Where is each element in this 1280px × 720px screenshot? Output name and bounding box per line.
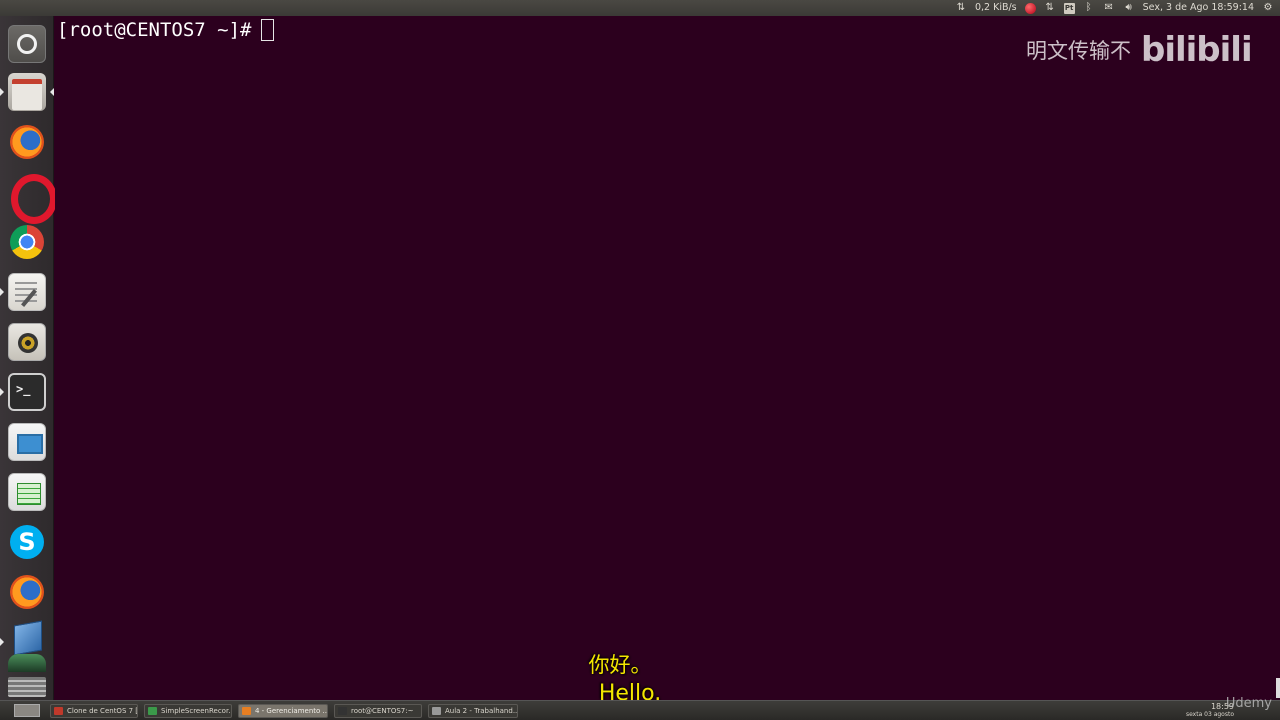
prompt-line: [root@CENTOS7 ~]# <box>57 18 275 42</box>
taskbar-window[interactable]: Clone de CentOS 7 [... <box>50 704 138 718</box>
launcher-skype[interactable] <box>5 520 49 564</box>
pt-keyboard-icon[interactable]: Pt <box>1063 2 1075 14</box>
launcher-partial-item[interactable] <box>5 652 49 674</box>
chrome-icon <box>8 223 46 261</box>
system-tray: ⇅ 0,2 KiB/s ⇅ Pt ᛒ ✉ 🔊︎ Sex, 3 de Ago 18… <box>955 0 1274 16</box>
bilibili-logo: bilibili <box>1141 30 1253 70</box>
ubuntu-logo-icon <box>8 25 46 63</box>
shell-prompt: [root@CENTOS7 ~]# <box>57 19 252 41</box>
running-indicator <box>0 638 4 646</box>
launcher-firefox[interactable] <box>5 120 49 164</box>
trash-icon <box>8 677 46 697</box>
launcher-ubuntu-dash[interactable] <box>5 22 49 66</box>
app-icon <box>8 654 46 672</box>
bilibili-watermark: 明文传输不 bilibili <box>1026 30 1253 70</box>
focus-indicator <box>50 88 54 96</box>
launcher-text-editor[interactable] <box>5 270 49 314</box>
taskbar-window[interactable]: root@CENTOS7:~ <box>334 704 422 718</box>
panel-clock[interactable]: Sex, 3 de Ago 18:59:14 <box>1143 0 1254 16</box>
udemy-watermark: Udemy <box>1225 696 1272 711</box>
taskbar-window[interactable]: SimpleScreenRecor... <box>144 704 232 718</box>
taskbar-window[interactable]: 4 - Gerenciamento ... <box>238 704 328 718</box>
launcher-trash[interactable] <box>5 676 49 698</box>
scrollbar-handle[interactable] <box>1276 678 1280 698</box>
show-desktop-button[interactable] <box>14 704 40 717</box>
launcher-rhythmbox[interactable] <box>5 320 49 364</box>
running-indicator <box>0 388 4 396</box>
watermark-text: 明文传输不 <box>1026 39 1131 63</box>
net-speed: 0,2 KiB/s <box>974 2 1017 13</box>
transfer-icon[interactable]: ⇅ <box>955 2 967 14</box>
volume-icon[interactable]: 🔊︎ <box>1123 2 1135 14</box>
firefox-icon <box>8 123 46 161</box>
calc-icon <box>8 473 46 511</box>
terminal-window[interactable]: [root@CENTOS7 ~]# <box>55 16 1280 700</box>
network-icon[interactable]: ⇅ <box>1044 2 1056 14</box>
terminal-icon: >_ <box>8 373 46 411</box>
top-panel: ⇅ 0,2 KiB/s ⇅ Pt ᛒ ✉ 🔊︎ Sex, 3 de Ago 18… <box>0 0 1280 16</box>
launcher-files[interactable] <box>5 70 49 114</box>
launcher-chrome[interactable] <box>5 220 49 264</box>
launcher-firefox-2[interactable] <box>5 570 49 614</box>
text-editor-icon <box>8 273 46 311</box>
rhythmbox-icon <box>8 323 46 361</box>
launcher-libreoffice-impress[interactable] <box>5 420 49 464</box>
running-indicator <box>0 288 4 296</box>
files-icon <box>8 73 46 111</box>
firefox-icon <box>8 573 46 611</box>
launcher-libreoffice-calc[interactable] <box>5 470 49 514</box>
bottom-taskbar: Clone de CentOS 7 [... SimpleScreenRecor… <box>0 700 1280 720</box>
opera-icon <box>8 173 57 224</box>
clock-date: sexta 03 agosto <box>1185 711 1234 718</box>
skype-icon <box>8 523 46 561</box>
text-cursor <box>261 19 275 41</box>
record-icon[interactable] <box>1024 2 1036 14</box>
launcher-terminal[interactable]: >_ <box>5 370 49 414</box>
settings-gear-icon[interactable]: ⚙ <box>1262 2 1274 14</box>
running-indicator <box>0 88 4 96</box>
taskbar-window[interactable]: Aula 2 - Trabalhand... <box>428 704 518 718</box>
launcher-opera[interactable] <box>5 170 57 224</box>
launcher: >_ <box>0 16 57 700</box>
impress-icon <box>8 423 46 461</box>
bluetooth-icon[interactable]: ᛒ <box>1083 2 1095 14</box>
mail-icon[interactable]: ✉ <box>1103 2 1115 14</box>
